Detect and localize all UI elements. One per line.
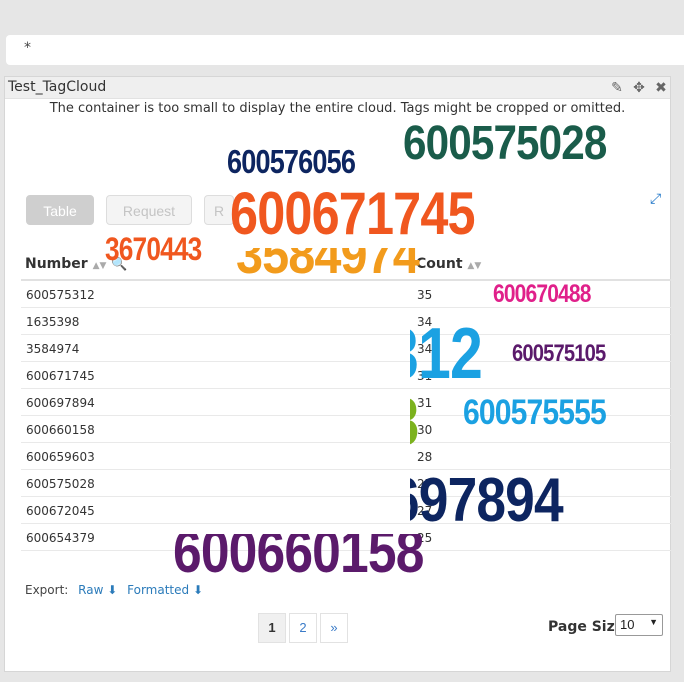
tag-cloud-label: 3584974: [236, 248, 420, 285]
tag-cloud-item[interactable]: 600575555: [463, 395, 684, 440]
tag-cloud-item[interactable]: 600576056: [227, 145, 684, 188]
page-size-select[interactable]: 10 ▼: [615, 614, 663, 636]
tab-table[interactable]: Table: [26, 195, 94, 225]
tag-cloud-label: 600660158: [173, 534, 424, 585]
tag-cloud-label: 600575105: [512, 342, 606, 367]
query-text[interactable]: *: [24, 40, 31, 56]
tag-cloud-label: 312: [410, 318, 483, 394]
tag-cloud-label: 3670443: [105, 233, 202, 267]
page-2-button[interactable]: 2: [289, 613, 317, 643]
cell-number: 600671745: [26, 369, 95, 383]
cell-number: 600660158: [26, 423, 95, 437]
panel-header: Test_TagCloud ✎ ✥ ✖: [5, 77, 670, 99]
query-bar[interactable]: *: [6, 35, 684, 65]
panel-title: Test_TagCloud: [8, 79, 107, 95]
column-label-number: Number: [25, 256, 88, 272]
cell-number: 3584974: [26, 342, 80, 356]
move-icon[interactable]: ✥: [631, 79, 647, 96]
pencil-icon[interactable]: ✎: [609, 79, 625, 96]
cell-number: 600575028: [26, 477, 95, 491]
page-size-value: 10: [620, 617, 635, 632]
close-icon[interactable]: ✖: [653, 79, 669, 96]
tag-cloud-label: 697894: [410, 470, 564, 535]
tag-cloud-item[interactable]: 600575105: [512, 342, 684, 376]
tag-cloud-item[interactable]: 600660158: [173, 534, 684, 604]
tag-cloud-label: 600670488: [493, 282, 591, 308]
tag-cloud-item[interactable]: 697894: [410, 470, 684, 542]
cell-number: 600654379: [26, 531, 95, 545]
tag-cloud-label: 8: [410, 388, 419, 456]
chevron-down-icon: ▼: [649, 617, 658, 627]
page-1-button[interactable]: 1: [258, 613, 286, 643]
export-raw-link[interactable]: Raw ⬇: [78, 583, 117, 597]
cell-number: 600659603: [26, 450, 95, 464]
tab-request[interactable]: Request: [106, 195, 192, 225]
page-size-label: Page Size: [548, 619, 625, 635]
cell-number: 1635398: [26, 315, 80, 329]
export-raw-label: Raw: [78, 583, 104, 597]
tag-cloud-label: 600575555: [463, 395, 607, 432]
tag-cloud-item[interactable]: 600670488: [493, 282, 684, 317]
download-icon: ⬇: [107, 583, 118, 597]
warning-message: The container is too small to display th…: [49, 101, 626, 116]
next-page-button[interactable]: »: [320, 613, 348, 643]
cell-number: 600697894: [26, 396, 95, 410]
export-label: Export:: [25, 583, 69, 597]
cell-number: 600575312: [26, 288, 95, 302]
tag-cloud-label: 600576056: [227, 145, 356, 180]
cell-number: 600672045: [26, 504, 95, 518]
